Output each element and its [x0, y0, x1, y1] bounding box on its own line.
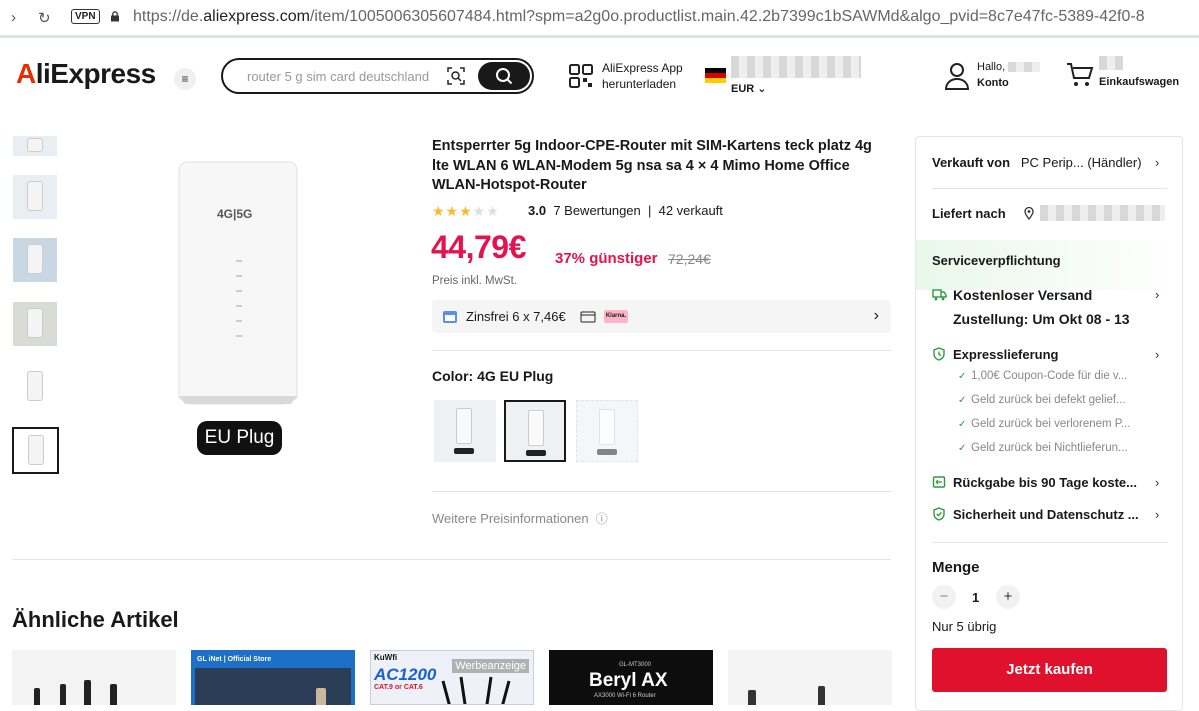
address-blurred — [1040, 205, 1165, 221]
lock-icon — [111, 11, 119, 22]
search-button[interactable] — [478, 62, 530, 90]
express-delivery[interactable]: Expresslieferung — [953, 347, 1059, 362]
search-bar[interactable]: router 5 g sim card deutschland — [221, 58, 534, 94]
chevron-right-icon: › — [1155, 347, 1160, 362]
cart-icon[interactable] — [1066, 62, 1094, 88]
similar-item-card[interactable]: KuWfi AC1200 CAT.9 or CAT.6 Werbeanzeige — [370, 650, 534, 705]
check-icon: ✓ — [958, 443, 967, 454]
increase-quantity-button[interactable]: + — [996, 585, 1020, 609]
menu-icon[interactable]: ≡ — [174, 68, 196, 90]
chevron-right-icon: › — [1155, 155, 1160, 170]
similar-item-card[interactable]: GL iNet | Official Store — [191, 650, 355, 705]
chevron-right-icon: › — [873, 307, 879, 324]
divider — [12, 559, 891, 560]
original-price: 72,24€ — [668, 251, 711, 267]
returns-policy[interactable]: Rückgabe bis 90 Tage koste... — [953, 475, 1137, 490]
forward-icon[interactable]: › — [11, 9, 16, 26]
reload-icon[interactable]: ↻ — [38, 9, 51, 27]
return-box-icon — [932, 476, 946, 488]
service-heading: Serviceverpflichtung — [932, 253, 1061, 268]
truck-icon — [932, 289, 947, 301]
free-shipping[interactable]: Kostenloser Versand — [953, 287, 1092, 303]
check-icon: ✓ — [958, 419, 967, 430]
similar-item-card[interactable] — [12, 650, 176, 705]
location-pin-icon — [1024, 207, 1034, 220]
express-item: Geld zurück bei defekt gelief... — [971, 394, 1126, 406]
chevron-right-icon: › — [1155, 475, 1160, 490]
seller-row[interactable]: Verkauft von PC Perip... (Händler) — [932, 155, 1142, 170]
shield-icon — [933, 507, 945, 521]
eu-plug-badge: EU Plug — [197, 421, 282, 455]
vpn-badge[interactable]: VPN — [71, 9, 100, 24]
divider — [432, 350, 891, 351]
calendar-icon — [443, 311, 457, 323]
decrease-quantity-button[interactable]: − — [932, 585, 956, 609]
image-search-icon[interactable] — [447, 67, 465, 85]
router-image — [748, 686, 825, 705]
thumbnail[interactable] — [13, 238, 57, 282]
color-option-unavailable[interactable] — [576, 400, 638, 462]
svg-text:4G|5G: 4G|5G — [217, 207, 252, 221]
qr-code-icon[interactable] — [569, 64, 593, 88]
search-input[interactable]: router 5 g sim card deutschland — [247, 69, 445, 84]
germany-flag-icon[interactable] — [705, 68, 726, 83]
thumbnail[interactable] — [13, 136, 57, 156]
search-icon — [496, 68, 513, 85]
discount-label: 37% günstiger — [555, 250, 658, 267]
color-label: Color: 4G EU Plug — [432, 368, 554, 384]
color-option-4g-eu-plug[interactable] — [504, 400, 566, 462]
quantity-value[interactable]: 1 — [972, 590, 979, 605]
express-item: Geld zurück bei verlorenem P... — [971, 418, 1131, 430]
color-option-4g[interactable] — [434, 400, 496, 462]
delivery-estimate: Zustellung: Um Okt 08 - 13 — [953, 311, 1130, 327]
aliexpress-logo[interactable]: AliExpress — [16, 58, 156, 90]
cart-label[interactable]: Einkaufswagen — [1099, 76, 1179, 88]
account-menu[interactable]: Hallo, Konto — [977, 59, 1041, 91]
router-product-image[interactable]: 4G|5G — [175, 160, 301, 408]
divider — [932, 188, 1167, 189]
divider — [432, 491, 891, 492]
card-icon — [580, 311, 596, 323]
current-price: 44,79€ — [431, 229, 526, 265]
rating-summary[interactable]: 3.0 7 Bewertungen | 42 verkauft — [528, 203, 723, 218]
similar-item-card[interactable] — [728, 650, 892, 705]
check-icon: ✓ — [958, 395, 967, 406]
thumbnail[interactable] — [13, 302, 57, 346]
stock-note: Nur 5 übrig — [932, 619, 997, 634]
klarna-logo: Klarna. — [604, 310, 628, 323]
browser-toolbar: › ↻ VPN https://de.aliexpress.com/item/1… — [0, 0, 1199, 38]
currency-selector[interactable]: EUR ⌄ — [731, 82, 767, 95]
installment-banner[interactable]: Zinsfrei 6 x 7,46€ Klarna. › — [432, 300, 891, 333]
tax-note: Preis inkl. MwSt. — [432, 275, 517, 287]
buy-now-button[interactable]: Jetzt kaufen — [932, 648, 1167, 692]
thumbnail[interactable] — [13, 175, 57, 219]
express-item: Geld zurück bei Nichtlieferun... — [971, 442, 1128, 454]
product-title: Entsperrter 5g Indoor-CPE-Router mit SIM… — [432, 138, 872, 193]
router-image — [34, 680, 117, 705]
quantity-label: Menge — [932, 559, 980, 576]
chevron-right-icon: › — [1155, 287, 1160, 302]
user-icon[interactable] — [944, 62, 970, 90]
region-blurred — [731, 56, 861, 78]
app-download-link[interactable]: AliExpress App herunterladen — [602, 60, 683, 92]
check-icon: ✓ — [958, 371, 967, 382]
similar-items-heading: Ähnliche Artikel — [12, 607, 179, 632]
thumbnail[interactable] — [13, 365, 57, 409]
cart-count-blurred — [1099, 56, 1123, 70]
more-price-info-link[interactable]: Weitere Preisinformationen ⓘ — [432, 510, 608, 527]
divider — [932, 542, 1167, 543]
similar-item-card[interactable]: GL-MT3000 Beryl AX AX3000 Wi-Fi 6 Router — [549, 650, 713, 705]
express-clock-icon — [933, 347, 945, 361]
chevron-right-icon: › — [1155, 507, 1160, 522]
thumbnail-active[interactable] — [12, 427, 59, 474]
star-rating: ★★★★★ — [432, 203, 500, 219]
security-privacy[interactable]: Sicherheit und Datenschutz ... — [953, 507, 1139, 522]
info-icon: ⓘ — [595, 512, 608, 526]
express-item: 1,00€ Coupon-Code für die v... — [971, 370, 1128, 382]
ship-to-row[interactable]: Liefert nach — [932, 206, 1006, 221]
address-bar[interactable]: https://de.aliexpress.com/item/100500630… — [133, 8, 1193, 26]
